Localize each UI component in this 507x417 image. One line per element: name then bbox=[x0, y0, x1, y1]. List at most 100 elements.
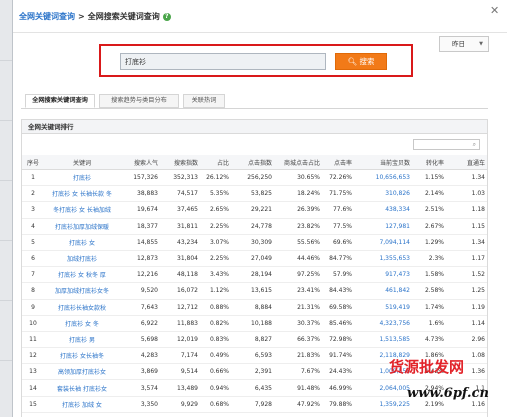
column-header[interactable]: 当前宝贝数 bbox=[354, 155, 412, 170]
table-cell: 21.31% bbox=[274, 299, 322, 316]
table-cell: 2.14% bbox=[412, 185, 446, 203]
column-header[interactable]: 点击率 bbox=[322, 155, 354, 170]
table-cell: 26.12% bbox=[200, 169, 231, 187]
column-header[interactable]: 转化率 bbox=[412, 155, 446, 170]
table-cell: 91.48% bbox=[274, 379, 322, 397]
table-cell: 8,827 bbox=[231, 331, 274, 349]
table-cell: 1.25 bbox=[446, 282, 487, 300]
column-header[interactable]: 搜索指数 bbox=[160, 155, 200, 170]
table-cell: 53,825 bbox=[231, 185, 274, 203]
tab-related-words[interactable]: 关联热词 bbox=[183, 94, 225, 108]
chevron-down-icon: ▼ bbox=[479, 41, 483, 47]
column-header[interactable]: 占比 bbox=[200, 155, 231, 170]
table-cell: 0.49% bbox=[200, 347, 231, 365]
column-header[interactable]: 点击指数 bbox=[231, 155, 274, 170]
table-cell: 1.14 bbox=[446, 315, 487, 332]
close-icon[interactable]: ✕ bbox=[490, 4, 499, 17]
table-cell: 55.56% bbox=[274, 234, 322, 251]
keyword-link[interactable]: 打底衫 女 秋冬 厚 bbox=[44, 266, 120, 284]
keyword-link[interactable]: 打底衫 bbox=[44, 169, 120, 187]
keyword-link[interactable]: 打底衫 女长袖冬 bbox=[44, 347, 120, 365]
table-cell: 1.6% bbox=[412, 315, 446, 332]
table-cell: 3 bbox=[22, 201, 44, 219]
table-cell: 352,313 bbox=[160, 169, 200, 187]
item-count-link[interactable]: 519,419 bbox=[354, 299, 412, 316]
question-circle-icon[interactable]: ? bbox=[162, 12, 171, 21]
keyword-link[interactable]: 打底衫加厚加绒保暖 bbox=[44, 218, 120, 235]
item-count-link[interactable]: 1,513,585 bbox=[354, 331, 412, 349]
keyword-link[interactable]: 打底衫 女 bbox=[44, 234, 120, 251]
panel-title: 全网关键词排行 bbox=[22, 120, 487, 134]
item-count-link[interactable]: 438,334 bbox=[354, 201, 412, 219]
table-cell: 1.29% bbox=[412, 234, 446, 251]
filter-input[interactable]: ⌕ bbox=[413, 139, 480, 150]
date-range-select[interactable]: 昨日 ▼ bbox=[439, 36, 489, 52]
table-cell: 9 bbox=[22, 299, 44, 316]
column-header[interactable]: 搜索人气 bbox=[120, 155, 160, 170]
table-cell: 71.75% bbox=[322, 185, 354, 203]
item-count-link[interactable]: 461,842 bbox=[354, 282, 412, 300]
table-cell: 72.26% bbox=[322, 169, 354, 187]
search-icon: 🔍︎ bbox=[347, 57, 358, 66]
table-cell: 0.66% bbox=[200, 363, 231, 381]
breadcrumb-root-link[interactable]: 全网关键词查询 bbox=[19, 12, 75, 21]
table-cell: 16,072 bbox=[160, 282, 200, 300]
date-range-value: 昨日 bbox=[452, 40, 465, 48]
table-cell: 6,435 bbox=[231, 379, 274, 397]
table-cell: 18,377 bbox=[120, 218, 160, 235]
table-cell: 2.3% bbox=[412, 250, 446, 268]
table-cell: 8,884 bbox=[231, 299, 274, 316]
table-cell: 11 bbox=[22, 331, 44, 349]
keyword-link[interactable]: 套装长袖 打底衫女 bbox=[44, 379, 120, 397]
table-cell: 1.12% bbox=[200, 282, 231, 300]
table-row: 8 加厚加绒打底衫女冬 9,520 16,072 1.12% 13,615 23.41% 84… bbox=[22, 282, 487, 300]
table-cell: 4,283 bbox=[120, 347, 160, 365]
table-row: 11 打底衫 男 5,698 12,019 0.83% 8,827 66.37% 72.98%… bbox=[22, 331, 487, 349]
keyword-link[interactable]: 加厚加绒打底衫女冬 bbox=[44, 282, 120, 300]
table-cell: 4 bbox=[22, 218, 44, 235]
item-count-link[interactable]: 7,094,114 bbox=[354, 234, 412, 251]
keyword-link[interactable]: 打底衫 女 冬 bbox=[44, 315, 120, 332]
table-cell: 30.37% bbox=[274, 315, 322, 332]
item-count-link[interactable]: 127,981 bbox=[354, 218, 412, 235]
table-cell: 79.88% bbox=[322, 396, 354, 413]
table-cell: 72.98% bbox=[322, 331, 354, 349]
keyword-link[interactable]: 打底衫长袖女款秋 bbox=[44, 299, 120, 316]
column-header[interactable]: 直通车 bbox=[446, 155, 487, 170]
table-cell: 57.9% bbox=[322, 266, 354, 284]
table-cell: 9,929 bbox=[160, 396, 200, 413]
item-count-link[interactable]: 10,656,653 bbox=[354, 169, 412, 187]
keyword-link[interactable]: 打底衫 女 长袖长款 冬 bbox=[44, 185, 120, 203]
tab-trend-category[interactable]: 搜索趋势与类目分布 bbox=[99, 94, 179, 108]
search-button[interactable]: 🔍︎ 搜索 bbox=[335, 53, 387, 70]
table-cell: 10,188 bbox=[231, 315, 274, 332]
table-cell: 3,869 bbox=[120, 363, 160, 381]
keyword-link[interactable]: 打底衫 男 bbox=[44, 331, 120, 349]
table-cell: 27,049 bbox=[231, 250, 274, 268]
column-header[interactable]: 商城点击占比 bbox=[274, 155, 322, 170]
search-input[interactable] bbox=[120, 53, 326, 70]
keyword-link[interactable]: 冬打底衫 女 长袖加绒 bbox=[44, 201, 120, 219]
search-icon: ⌕ bbox=[472, 141, 476, 148]
table-cell: 1.34 bbox=[446, 169, 487, 187]
table-cell: 12,216 bbox=[120, 266, 160, 284]
table-row: 9 打底衫长袖女款秋 7,643 12,712 0.88% 8,884 21.31% 69.5… bbox=[22, 299, 487, 316]
table-cell: 23.82% bbox=[274, 218, 322, 235]
table-cell: 6,593 bbox=[231, 347, 274, 365]
table-cell: 2.58% bbox=[412, 282, 446, 300]
table-cell: 7 bbox=[22, 266, 44, 284]
keyword-link[interactable]: 加绒打底衫 bbox=[44, 250, 120, 268]
item-count-link[interactable]: 917,473 bbox=[354, 266, 412, 284]
keyword-link[interactable]: 高领加厚打底衫女 bbox=[44, 363, 120, 381]
item-count-link[interactable]: 4,323,756 bbox=[354, 315, 412, 332]
table-cell: 1.19 bbox=[446, 299, 487, 316]
table-header-row: 序号 关键词 搜索人气 搜索指数 占比 点击指数 商城点击占比 点击率 当前宝贝… bbox=[22, 155, 487, 170]
table-cell: 46.99% bbox=[322, 379, 354, 397]
dialog-header: 全网关键词查询 > 全网搜索关键词查询? ✕ bbox=[13, 0, 507, 33]
table-cell: 1.15 bbox=[446, 218, 487, 235]
item-count-link[interactable]: 1,355,653 bbox=[354, 250, 412, 268]
keyword-link[interactable]: 打底衫 加绒 女 bbox=[44, 396, 120, 413]
tab-keyword-query[interactable]: 全网搜索关键词查询 bbox=[25, 94, 95, 108]
item-count-link[interactable]: 310,826 bbox=[354, 185, 412, 203]
table-cell: 77.5% bbox=[322, 218, 354, 235]
